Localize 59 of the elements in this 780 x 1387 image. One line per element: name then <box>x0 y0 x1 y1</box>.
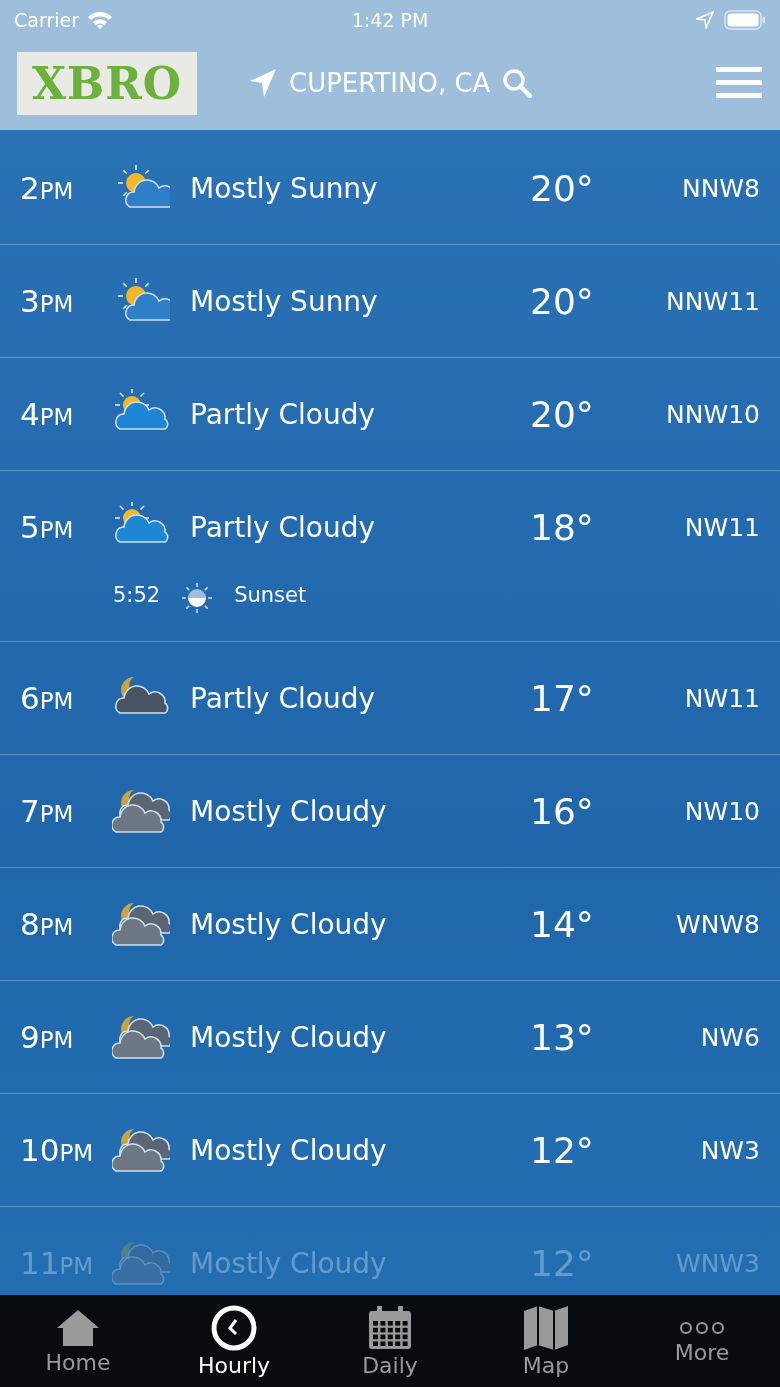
condition-label: Partly Cloudy <box>190 397 377 431</box>
hour-label: 6PM <box>20 680 75 716</box>
wind-label: WNW8 <box>675 909 760 939</box>
temperature-label: 18° <box>530 506 590 548</box>
wind-label: NW3 <box>700 1135 760 1165</box>
condition-label: Mostly Sunny <box>190 171 379 205</box>
wind-label: NNW11 <box>666 286 760 316</box>
menu-icon[interactable] <box>716 67 762 99</box>
temperature-label: 12° <box>530 1242 590 1284</box>
condition-label: Mostly Cloudy <box>190 794 388 828</box>
condition-label: Mostly Cloudy <box>190 1020 388 1054</box>
hour-label: 9PM <box>20 1019 75 1055</box>
hour-label: 2 PM <box>20 170 75 206</box>
temperature-label: 20° <box>530 280 590 322</box>
wind-label: NNW10 <box>666 399 760 429</box>
calendar-icon <box>367 1304 413 1351</box>
location-arrow-icon <box>249 68 277 98</box>
tab-item[interactable]: Daily <box>312 1295 468 1387</box>
clock-icon <box>211 1304 257 1351</box>
clock-time: 1:42 PM <box>351 9 429 31</box>
hour-label: 8PM <box>20 906 75 942</box>
wind-label: NNW8 <box>681 173 760 203</box>
location-arrow-icon <box>696 11 714 29</box>
hour-label: 7 PM <box>20 793 75 829</box>
wind-label: NW11 <box>684 512 760 542</box>
event-time: 5:52 <box>113 583 161 607</box>
hour-label: 11PM <box>20 1245 95 1281</box>
temperature-label: 14° <box>530 903 590 945</box>
wind-label: WNW3 <box>675 1248 760 1278</box>
wind-label: NW10 <box>684 796 760 826</box>
event-label: Sunset <box>234 583 307 607</box>
temperature-label: 20° <box>530 393 590 435</box>
hour-label: 3PM <box>20 283 75 319</box>
tab-item[interactable]: More <box>624 1295 780 1387</box>
hour-label: 5 PM <box>20 509 75 545</box>
temperature-label: 13° <box>530 1016 590 1058</box>
temperature-label: 20° <box>530 167 590 209</box>
hour-label: 4PM <box>20 396 75 432</box>
tab-item[interactable]: Home <box>0 1295 156 1387</box>
wind-label: NW6 <box>700 1022 760 1052</box>
condition-label: Mostly Cloudy <box>190 907 388 941</box>
condition-label: Mostly Cloudy <box>190 1246 388 1280</box>
search-icon[interactable] <box>502 68 533 98</box>
home-icon <box>55 1307 101 1348</box>
tab-item[interactable]: Hourly <box>156 1295 312 1387</box>
temperature-label: 12° <box>530 1129 590 1171</box>
temperature-label: 17° <box>530 677 590 719</box>
battery-icon <box>724 10 766 30</box>
temperature-label: 16° <box>530 790 590 832</box>
tab-item[interactable]: Map <box>468 1295 624 1387</box>
map-icon <box>523 1304 569 1351</box>
carrier-label: Carrier <box>14 9 79 31</box>
condition-label: Partly Cloudy <box>190 510 377 544</box>
condition-label: Mostly Sunny <box>190 284 379 318</box>
condition-label: Mostly Cloudy <box>190 1133 388 1167</box>
wind-label: NW11 <box>684 683 760 713</box>
wifi-icon <box>87 10 113 30</box>
condition-label: Partly Cloudy <box>190 681 377 715</box>
hour-label: 10PM <box>20 1132 95 1168</box>
